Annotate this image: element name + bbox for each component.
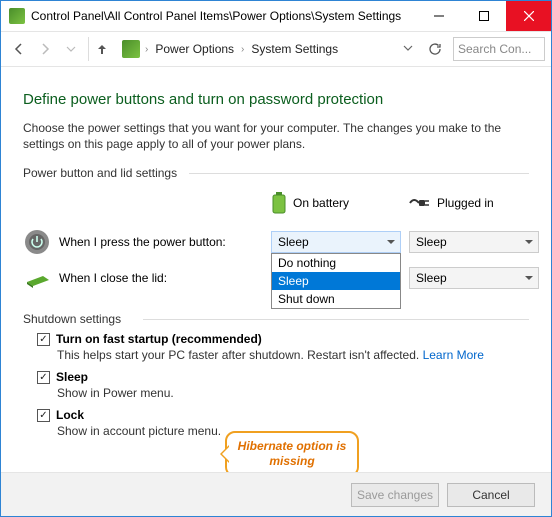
lock-label: Lock (56, 408, 84, 422)
sleep-desc: Show in Power menu. (57, 386, 529, 400)
sleep-label: Sleep (56, 370, 88, 384)
column-plugged-in: Plugged in (409, 189, 539, 221)
annotation-callout: Hibernate option is missing (225, 431, 359, 472)
save-changes-button[interactable]: Save changes (351, 483, 439, 507)
battery-icon (271, 192, 287, 214)
breadcrumb-system-settings[interactable]: System Settings (249, 40, 340, 58)
up-button[interactable] (88, 37, 112, 61)
back-button[interactable] (7, 37, 31, 61)
chevron-right-icon[interactable]: › (238, 44, 247, 55)
maximize-button[interactable] (461, 1, 506, 31)
learn-more-link[interactable]: Learn More (423, 348, 484, 362)
app-icon (9, 8, 25, 24)
column-on-battery: On battery (271, 186, 401, 224)
minimize-button[interactable] (416, 1, 461, 31)
row-power-button: When I press the power button: (23, 224, 263, 260)
combo-option-sleep[interactable]: Sleep (272, 272, 400, 290)
cancel-button[interactable]: Cancel (447, 483, 535, 507)
search-input[interactable]: Search Con... (453, 37, 545, 61)
page-heading: Define power buttons and turn on passwor… (23, 91, 529, 108)
plug-icon (409, 195, 431, 211)
chevron-down-icon[interactable] (403, 42, 413, 56)
window: Control Panel\All Control Panel Items\Po… (0, 0, 552, 517)
sleep-checkbox[interactable]: ✓ (37, 371, 50, 384)
close-button[interactable] (506, 1, 551, 31)
combo-option-do-nothing[interactable]: Do nothing (272, 254, 400, 272)
fast-startup-checkbox[interactable]: ✓ (37, 333, 50, 346)
recent-dropdown[interactable] (59, 37, 83, 61)
refresh-button[interactable] (423, 37, 447, 61)
address-bar[interactable]: › Power Options › System Settings (118, 37, 417, 61)
lock-checkbox[interactable]: ✓ (37, 409, 50, 422)
laptop-lid-icon (23, 264, 51, 292)
content-area: Define power buttons and turn on passwor… (1, 67, 551, 472)
fast-startup-label: Turn on fast startup (recommended) (56, 332, 262, 346)
power-button-group-label: Power button and lid settings (23, 166, 529, 180)
power-button-icon (23, 228, 51, 256)
forward-button[interactable] (33, 37, 57, 61)
chevron-right-icon[interactable]: › (142, 44, 151, 55)
power-button-battery-dropdown: Do nothing Sleep Shut down (271, 253, 401, 309)
window-title: Control Panel\All Control Panel Items\Po… (31, 9, 416, 23)
titlebar: Control Panel\All Control Panel Items\Po… (1, 1, 551, 31)
page-intro: Choose the power settings that you want … (23, 120, 529, 152)
power-button-plugged-combo[interactable]: Sleep (409, 231, 539, 253)
fast-startup-desc: This helps start your PC faster after sh… (57, 348, 529, 362)
navbar: › Power Options › System Settings Search… (1, 31, 551, 67)
close-lid-plugged-combo[interactable]: Sleep (409, 267, 539, 289)
search-placeholder: Search Con... (458, 42, 531, 56)
footer: Save changes Cancel (1, 472, 551, 516)
power-button-battery-combo[interactable]: Sleep Do nothing Sleep Shut down (271, 231, 401, 253)
shutdown-group-label: Shutdown settings (23, 312, 529, 326)
power-options-icon (122, 40, 140, 58)
row-close-lid: When I close the lid: (23, 260, 263, 296)
combo-option-shut-down[interactable]: Shut down (272, 290, 400, 308)
breadcrumb-power-options[interactable]: Power Options (153, 40, 236, 58)
